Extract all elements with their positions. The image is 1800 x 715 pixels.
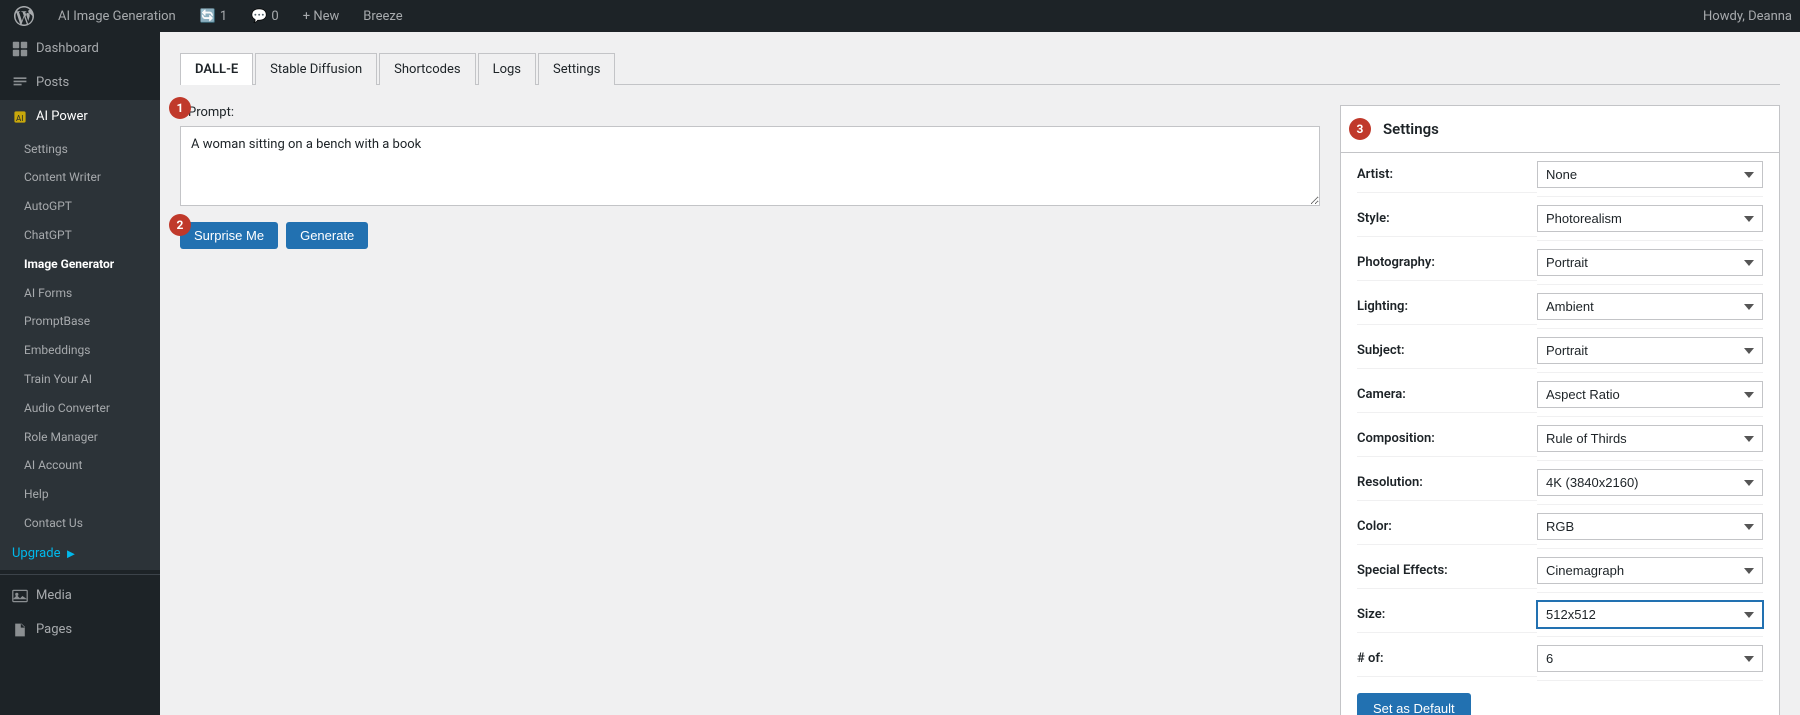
admin-bar: AI Image Generation 🔄 1 💬 0 + New Breeze… — [0, 0, 1800, 32]
content-area: 1 Prompt: A woman sitting on a bench wit… — [180, 85, 1780, 715]
num-of-value: 6 — [1537, 637, 1763, 681]
settings-footer: Set as Default — [1341, 681, 1779, 715]
site-name-button[interactable]: AI Image Generation — [52, 0, 182, 32]
artist-label: Artist: — [1357, 157, 1537, 193]
sidebar-item-content-writer[interactable]: Content Writer — [0, 163, 160, 192]
sidebar-item-label: Posts — [36, 74, 69, 92]
sidebar-item-chatgpt[interactable]: ChatGPT — [0, 221, 160, 250]
prompt-textarea[interactable]: A woman sitting on a bench with a book — [180, 126, 1320, 206]
lighting-label: Lighting: — [1357, 289, 1537, 325]
settings-grid: Artist: None Style: Photorealism — [1341, 153, 1779, 681]
color-value: RGB — [1537, 505, 1763, 549]
sidebar-item-role-manager[interactable]: Role Manager — [0, 423, 160, 452]
sidebar-item-ai-power[interactable]: AI AI Power — [0, 100, 160, 134]
left-panel: 1 Prompt: A woman sitting on a bench wit… — [180, 105, 1320, 249]
sidebar-item-train-your-ai[interactable]: Train Your AI — [0, 365, 160, 394]
sidebar-separator — [0, 574, 160, 575]
sidebar-item-ai-account[interactable]: AI Account — [0, 451, 160, 480]
lighting-select[interactable]: Ambient — [1537, 293, 1763, 320]
resolution-value: 4K (3840x2160) — [1537, 461, 1763, 505]
style-label: Style: — [1357, 201, 1537, 237]
sidebar-item-media[interactable]: Media — [0, 579, 160, 613]
sidebar-item-posts[interactable]: Posts — [0, 66, 160, 100]
artist-value: None — [1537, 153, 1763, 197]
tab-settings[interactable]: Settings — [538, 53, 615, 85]
settings-header: 3 Settings — [1341, 106, 1779, 153]
tab-logs[interactable]: Logs — [478, 53, 536, 85]
sidebar-item-help[interactable]: Help — [0, 480, 160, 509]
color-select[interactable]: RGB — [1537, 513, 1763, 540]
sidebar-item-ai-forms[interactable]: AI Forms — [0, 279, 160, 308]
photography-value: Portrait — [1537, 241, 1763, 285]
settings-panel: 3 Settings Artist: None Style: — [1340, 105, 1780, 715]
sidebar-pages-label: Pages — [36, 621, 72, 639]
subject-label: Subject: — [1357, 333, 1537, 369]
tabs: DALL-E Stable Diffusion Shortcodes Logs … — [180, 52, 1780, 85]
sidebar: Dashboard Posts AI AI Power Settings Con… — [0, 32, 160, 715]
camera-select[interactable]: Aspect Ratio — [1537, 381, 1763, 408]
photography-label: Photography: — [1357, 245, 1537, 281]
settings-title: Settings — [1383, 120, 1439, 138]
prompt-label: Prompt: — [188, 105, 1320, 120]
sidebar-item-dashboard[interactable]: Dashboard — [0, 32, 160, 66]
user-greeting: Howdy, Deanna — [1703, 9, 1792, 24]
camera-value: Aspect Ratio — [1537, 373, 1763, 417]
surprise-me-button[interactable]: Surprise Me — [180, 222, 278, 249]
sidebar-item-autogpt[interactable]: AutoGPT — [0, 192, 160, 221]
new-button[interactable]: + New — [297, 0, 346, 32]
comments-button[interactable]: 💬 0 — [245, 0, 285, 32]
photography-select[interactable]: Portrait — [1537, 249, 1763, 276]
special-effects-value: Cinemagraph — [1537, 549, 1763, 593]
buttons-wrapper: 2 Surprise Me Generate — [180, 222, 1320, 249]
size-label: Size: — [1357, 597, 1537, 633]
num-of-label: # of: — [1357, 641, 1537, 677]
sidebar-item-embeddings[interactable]: Embeddings — [0, 336, 160, 365]
sidebar-item-settings[interactable]: Settings — [0, 135, 160, 164]
num-of-select[interactable]: 6 — [1537, 645, 1763, 672]
sidebar-item-pages[interactable]: Pages — [0, 613, 160, 647]
generate-button[interactable]: Generate — [286, 222, 368, 249]
special-effects-label: Special Effects: — [1357, 553, 1537, 589]
style-value: Photorealism — [1537, 197, 1763, 241]
special-effects-select[interactable]: Cinemagraph — [1537, 557, 1763, 584]
tab-dalle[interactable]: DALL-E — [180, 53, 253, 85]
svg-text:AI: AI — [16, 114, 23, 123]
color-label: Color: — [1357, 509, 1537, 545]
sidebar-item-promptbase[interactable]: PromptBase — [0, 307, 160, 336]
upgrade-link[interactable]: Upgrade ► — [0, 538, 160, 570]
composition-value: Rule of Thirds — [1537, 417, 1763, 461]
composition-select[interactable]: Rule of Thirds — [1537, 425, 1763, 452]
resolution-label: Resolution: — [1357, 465, 1537, 501]
lighting-value: Ambient — [1537, 285, 1763, 329]
updates-button[interactable]: 🔄 1 — [194, 0, 234, 32]
camera-label: Camera: — [1357, 377, 1537, 413]
step-3-badge: 3 — [1349, 118, 1371, 140]
sidebar-item-image-generator[interactable]: Image Generator — [0, 250, 160, 279]
sidebar-item-label: AI Power — [36, 108, 88, 126]
prompt-wrapper: A woman sitting on a bench with a book — [180, 126, 1320, 210]
style-select[interactable]: Photorealism — [1537, 205, 1763, 232]
sidebar-submenu: Settings Content Writer AutoGPT ChatGPT … — [0, 135, 160, 570]
wp-logo-button[interactable] — [8, 0, 40, 32]
composition-label: Composition: — [1357, 421, 1537, 457]
tab-stable-diffusion[interactable]: Stable Diffusion — [255, 53, 377, 85]
step-1-badge: 1 — [169, 97, 191, 119]
main-content: DALL-E Stable Diffusion Shortcodes Logs … — [160, 32, 1800, 715]
sidebar-item-audio-converter[interactable]: Audio Converter — [0, 394, 160, 423]
size-select[interactable]: 512x512 — [1537, 601, 1763, 628]
subject-value: Portrait — [1537, 329, 1763, 373]
subject-select[interactable]: Portrait — [1537, 337, 1763, 364]
sidebar-item-contact-us[interactable]: Contact Us — [0, 509, 160, 538]
step-2-badge: 2 — [169, 214, 191, 236]
artist-select[interactable]: None — [1537, 161, 1763, 188]
sidebar-media-label: Media — [36, 587, 72, 605]
tab-shortcodes[interactable]: Shortcodes — [379, 53, 475, 85]
size-value: 512x512 — [1537, 593, 1763, 637]
set-as-default-button[interactable]: Set as Default — [1357, 693, 1471, 715]
resolution-select[interactable]: 4K (3840x2160) — [1537, 469, 1763, 496]
sidebar-item-label: Dashboard — [36, 40, 99, 58]
theme-button[interactable]: Breeze — [357, 0, 408, 32]
